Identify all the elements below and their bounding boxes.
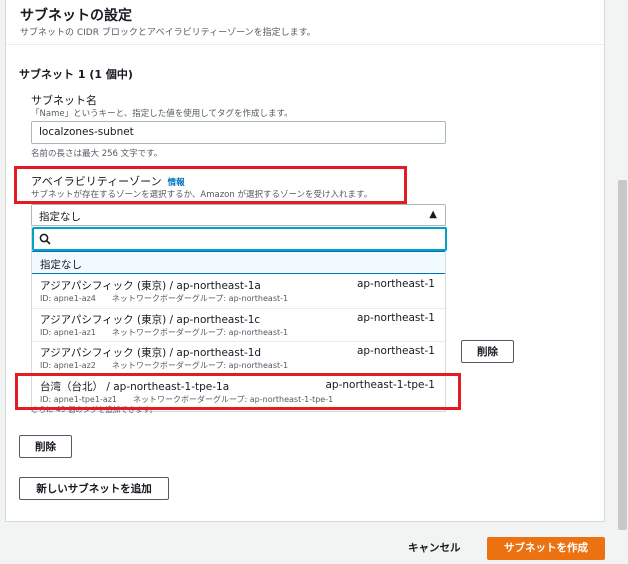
cancel-button[interactable]: キャンセル	[408, 540, 461, 555]
az-filter-input[interactable]	[32, 227, 447, 251]
az-option-apne1d[interactable]: アジアパシフィック (東京) / ap-northeast-1d ap-nort…	[32, 341, 445, 375]
option-label: アジアパシフィック (東京) / ap-northeast-1d	[40, 347, 262, 359]
remove-tag-button[interactable]: 削除	[461, 340, 514, 363]
option-label: アジアパシフィック (東京) / ap-northeast-1c	[40, 314, 261, 326]
search-icon	[39, 233, 51, 245]
subnet-heading: サブネット 1 (1 個中)	[19, 68, 133, 81]
az-option-apne1a[interactable]: アジアパシフィック (東京) / ap-northeast-1a ap-nort…	[32, 274, 445, 308]
option-tag: ap-northeast-1	[356, 312, 435, 324]
subnet-name-value: localzones-subnet	[39, 126, 134, 138]
az-label-highlight	[14, 166, 407, 204]
az-selected-value: 指定なし	[39, 211, 81, 223]
subnet-name-input[interactable]: localzones-subnet	[31, 121, 446, 144]
option-label: 指定なし	[40, 259, 82, 271]
panel-title: サブネットの設定	[20, 8, 132, 24]
option-tag: ap-northeast-1	[356, 278, 435, 290]
caret-up-icon: ▲	[429, 209, 437, 220]
create-subnet-button[interactable]: サブネットを作成	[487, 537, 605, 560]
panel-description: サブネットの CIDR ブロックとアベイラビリティーゾーンを指定します。	[20, 28, 316, 38]
option-label: アジアパシフィック (東京) / ap-northeast-1a	[40, 280, 261, 292]
option-details: ID: apne1-az1 ネットワークボーダーグループ: ap-northeas…	[40, 328, 289, 337]
option-details: ID: apne1-az4 ネットワークボーダーグループ: ap-northeas…	[40, 294, 289, 303]
option-details: ID: apne1-az2 ネットワークボーダーグループ: ap-northeas…	[40, 361, 289, 370]
scrollbar-thumb[interactable]	[618, 180, 627, 530]
panel-header: サブネットの設定 サブネットの CIDR ブロックとアベイラビリティーゾーンを指…	[6, 0, 604, 45]
remove-subnet-button[interactable]: 削除	[19, 435, 72, 458]
option-tag: ap-northeast-1	[356, 345, 435, 357]
tpe-option-highlight	[15, 373, 461, 410]
subnet-name-description: 「Name」というキーと、指定した値を使用してタグを作成します。	[31, 109, 293, 119]
az-option-none[interactable]: 指定なし	[32, 251, 445, 274]
subnet-name-label: サブネット名	[31, 94, 97, 107]
az-option-apne1c[interactable]: アジアパシフィック (東京) / ap-northeast-1c ap-nort…	[32, 308, 445, 342]
add-subnet-button[interactable]: 新しいサブネットを追加	[19, 477, 169, 500]
subnet-name-hint: 名前の長さは最大 256 文字です。	[31, 149, 163, 159]
az-select[interactable]: 指定なし ▲	[31, 204, 446, 226]
